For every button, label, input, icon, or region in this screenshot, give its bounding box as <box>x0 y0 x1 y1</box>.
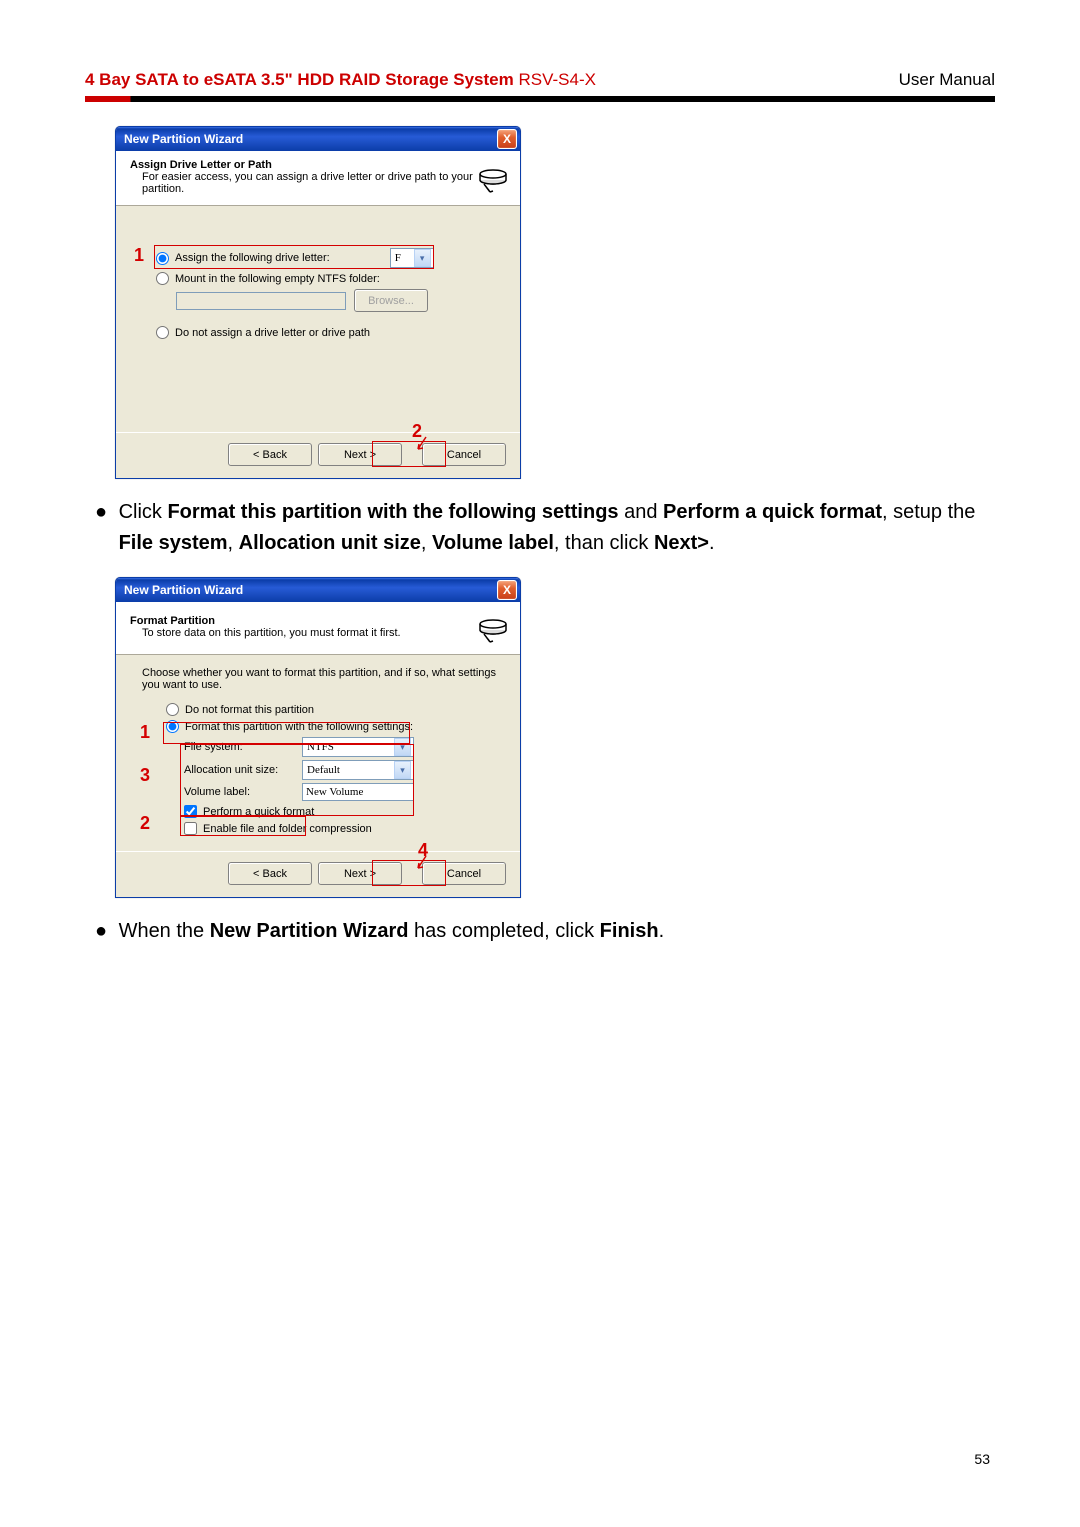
dialog-format-partition: New Partition Wizard X Format Partition … <box>115 577 521 898</box>
dialog-head-sub: For easier access, you can assign a driv… <box>142 171 476 195</box>
mount-path-input <box>176 292 346 310</box>
format-intro-text: Choose whether you want to format this p… <box>142 667 502 691</box>
checkbox-quick-format[interactable]: Perform a quick format <box>184 805 502 818</box>
radio-mount-folder[interactable]: Mount in the following empty NTFS folder… <box>156 272 502 285</box>
radio-no-format[interactable]: Do not format this partition <box>166 703 502 716</box>
allocation-unit-select[interactable]: Default ▾ <box>302 760 414 780</box>
header-title-bold: 4 Bay SATA to eSATA 3.5" HDD RAID Storag… <box>85 70 514 89</box>
titlebar-text: New Partition Wizard <box>124 583 243 597</box>
radio-assign-label: Assign the following drive letter: <box>175 252 330 264</box>
compression-checkbox[interactable] <box>184 822 197 835</box>
radio-mount-input[interactable] <box>156 272 169 285</box>
dialog-header: Format Partition To store data on this p… <box>116 602 520 655</box>
label-file-system: File system: <box>184 741 294 753</box>
close-icon: X <box>503 583 511 597</box>
titlebar[interactable]: New Partition Wizard X <box>116 578 520 602</box>
page-header: 4 Bay SATA to eSATA 3.5" HDD RAID Storag… <box>85 70 995 90</box>
next-button[interactable]: Next > <box>318 443 402 466</box>
drive-letter-value: F <box>395 252 401 264</box>
dialog-assign-drive-letter: New Partition Wizard X Assign Drive Lett… <box>115 126 521 479</box>
titlebar-text: New Partition Wizard <box>124 132 243 146</box>
dialog-footer: < Back Next > Cancel 2 <box>116 432 520 478</box>
instruction-paragraph-1: ● Click Format this partition with the f… <box>95 497 995 559</box>
disk-icon <box>476 160 510 194</box>
chevron-down-icon: ▾ <box>394 738 411 756</box>
annotation-arrow-icon <box>414 435 432 453</box>
radio-format-input[interactable] <box>166 720 179 733</box>
checkbox-compression[interactable]: Enable file and folder compression <box>184 822 502 835</box>
header-rule <box>85 96 995 102</box>
allocation-unit-value: Default <box>307 764 340 776</box>
annotation-number-2: 2 <box>140 813 150 834</box>
annotation-arrow-icon <box>414 854 432 872</box>
radio-noformat-label: Do not format this partition <box>185 704 314 716</box>
page-number: 53 <box>974 1451 990 1467</box>
quick-format-label: Perform a quick format <box>203 806 314 818</box>
dialog-head-sub: To store data on this partition, you mus… <box>142 627 401 639</box>
label-volume-label: Volume label: <box>184 786 294 798</box>
dialog-footer: < Back Next > Cancel 4 <box>116 851 520 897</box>
dialog-head-title: Format Partition <box>130 615 401 627</box>
radio-mount-label: Mount in the following empty NTFS folder… <box>175 273 380 285</box>
radio-format-label: Format this partition with the following… <box>185 721 413 733</box>
next-button[interactable]: Next > <box>318 862 402 885</box>
label-allocation-unit: Allocation unit size: <box>184 764 294 776</box>
file-system-select[interactable]: NTFS ▾ <box>302 737 414 757</box>
radio-none-label: Do not assign a drive letter or drive pa… <box>175 327 370 339</box>
dialog-head-title: Assign Drive Letter or Path <box>130 159 476 171</box>
annotation-number-1: 1 <box>134 245 144 266</box>
close-icon: X <box>503 132 511 146</box>
radio-assign-input[interactable] <box>156 252 169 265</box>
cancel-button[interactable]: Cancel <box>422 862 506 885</box>
chevron-down-icon: ▾ <box>394 761 411 779</box>
compression-label: Enable file and folder compression <box>203 823 372 835</box>
annotation-number-1: 1 <box>140 722 150 743</box>
radio-assign-letter[interactable]: Assign the following drive letter: F ▾ <box>156 248 502 268</box>
header-right: User Manual <box>899 70 995 90</box>
dialog-header: Assign Drive Letter or Path For easier a… <box>116 151 520 206</box>
back-button[interactable]: < Back <box>228 443 312 466</box>
radio-noformat-input[interactable] <box>166 703 179 716</box>
file-system-value: NTFS <box>307 741 334 753</box>
annotation-number-3: 3 <box>140 765 150 786</box>
header-title-model: RSV-S4-X <box>514 70 596 89</box>
volume-label-input[interactable] <box>302 783 414 801</box>
quick-format-checkbox[interactable] <box>184 805 197 818</box>
drive-letter-select[interactable]: F ▾ <box>390 248 434 268</box>
titlebar[interactable]: New Partition Wizard X <box>116 127 520 151</box>
cancel-button[interactable]: Cancel <box>422 443 506 466</box>
close-button[interactable]: X <box>497 580 517 600</box>
radio-none-input[interactable] <box>156 326 169 339</box>
chevron-down-icon: ▾ <box>414 249 431 267</box>
browse-button: Browse... <box>354 289 428 312</box>
radio-format-settings[interactable]: Format this partition with the following… <box>166 720 502 733</box>
instruction-paragraph-2: ● When the New Partition Wizard has comp… <box>95 916 995 947</box>
radio-no-assign[interactable]: Do not assign a drive letter or drive pa… <box>156 326 502 339</box>
back-button[interactable]: < Back <box>228 862 312 885</box>
disk-icon <box>476 610 510 644</box>
close-button[interactable]: X <box>497 129 517 149</box>
